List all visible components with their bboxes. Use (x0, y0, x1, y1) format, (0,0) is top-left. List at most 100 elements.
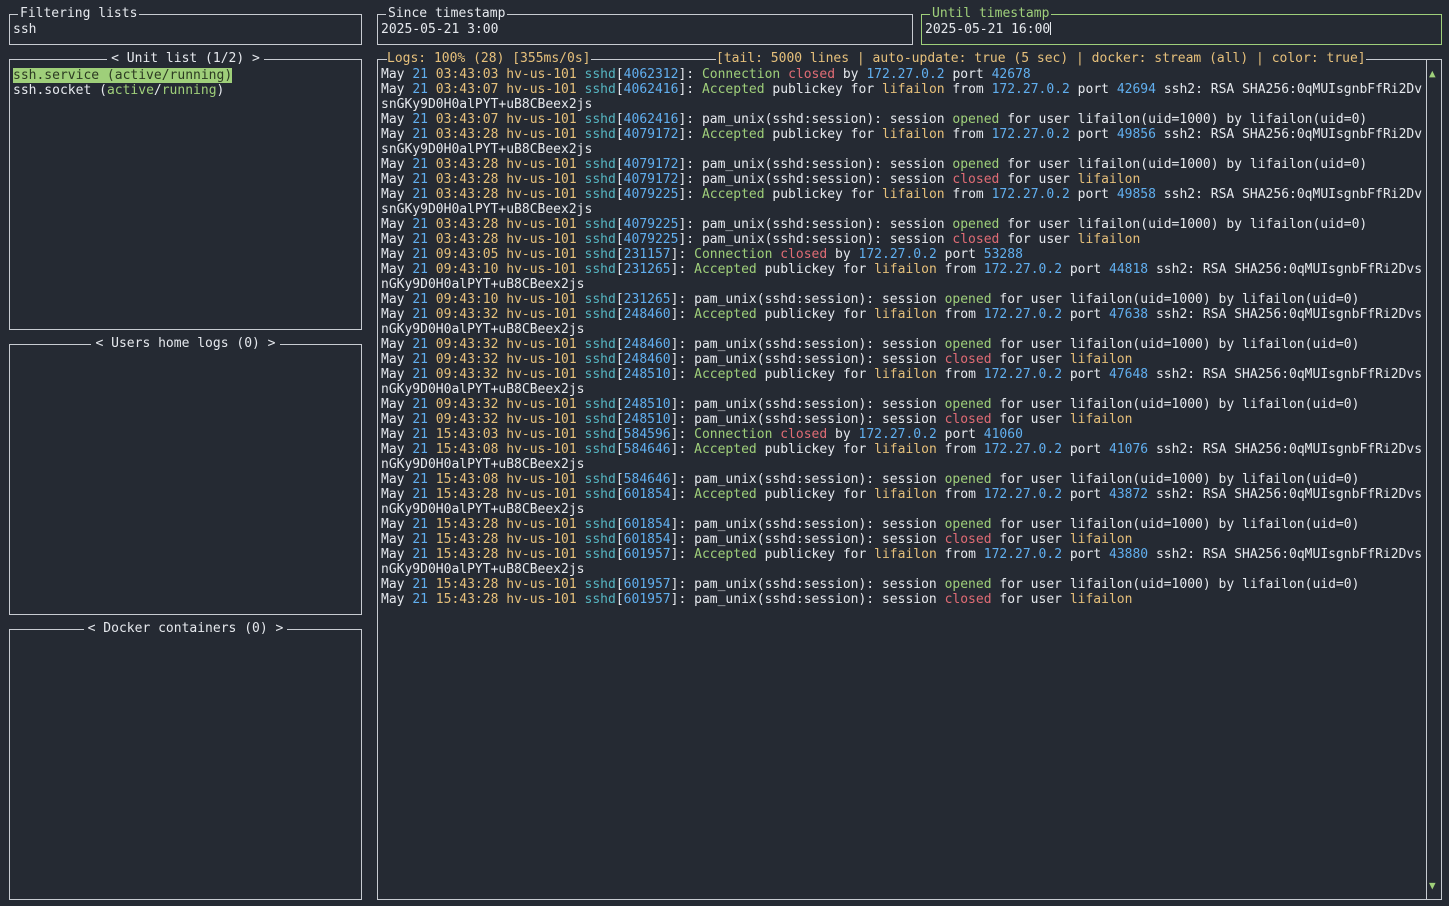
log-host: hv-us-101 (506, 337, 577, 352)
log-host: hv-us-101 (506, 532, 577, 547)
log-ip: 172.27.0.2 (866, 67, 945, 82)
log-line: May 21 15:43:28 hv-us-101 sshd[601957]: … (381, 592, 1133, 607)
logs-status: Logs: 100% (28) [355ms/0s] (387, 51, 591, 67)
log-line: May 21 09:43:05 hv-us-101 sshd[231157]: … (381, 247, 1023, 262)
log-process: sshd (584, 112, 616, 127)
log-pid: 248510 (623, 367, 671, 382)
log-line: May 21 09:43:32 hv-us-101 sshd[248510]: … (381, 397, 1360, 412)
log-ip: 172.27.0.2 (983, 487, 1063, 502)
log-host: hv-us-101 (506, 442, 577, 457)
log-line: May 21 09:43:10 hv-us-101 sshd[231265]: … (381, 292, 1360, 307)
log-line: May 21 03:43:28 hv-us-101 sshd[4079172]:… (381, 157, 1368, 172)
filter-input[interactable]: ssh (13, 22, 36, 37)
log-line: May 21 09:43:10 hv-us-101 sshd[231265]: … (381, 262, 1423, 292)
log-pid: 4079172 (623, 172, 679, 187)
log-line: May 21 03:43:28 hv-us-101 sshd[4079172]:… (381, 172, 1141, 187)
log-line: May 21 15:43:28 hv-us-101 sshd[601957]: … (381, 547, 1423, 577)
log-user: lifailon (1069, 412, 1133, 427)
log-word: closed (952, 172, 1000, 187)
log-pid: 584596 (623, 427, 671, 442)
log-day: 21 (412, 232, 428, 247)
log-pid: 4062312 (623, 67, 679, 82)
log-line: May 21 15:43:28 hv-us-101 sshd[601854]: … (381, 517, 1360, 532)
unit-item[interactable]: ssh.service (active/running) (13, 68, 233, 83)
log-word: opened (944, 337, 992, 352)
log-host: hv-us-101 (506, 577, 577, 592)
log-host: hv-us-101 (506, 517, 577, 532)
scroll-up-icon[interactable]: ▲ (1429, 68, 1436, 80)
log-day: 21 (412, 397, 428, 412)
log-process: sshd (584, 307, 616, 322)
log-scrollbar[interactable]: ▲ ▼ (1426, 60, 1440, 900)
log-day: 21 (412, 442, 428, 457)
log-host: hv-us-101 (506, 292, 577, 307)
log-word: Accepted (694, 367, 757, 382)
log-process: sshd (584, 367, 616, 382)
log-pid: 601957 (623, 592, 671, 607)
log-host: hv-us-101 (506, 367, 577, 382)
log-word: opened (944, 292, 992, 307)
docker-containers-title[interactable]: < Docker containers (0) > (83, 621, 288, 636)
log-user: lifailon (874, 307, 937, 322)
log-line: May 21 03:43:28 hv-us-101 sshd[4079172]:… (381, 127, 1423, 157)
until-input-text: 2025-05-21 16:00 (925, 22, 1051, 37)
log-user: lifailon (874, 442, 937, 457)
log-ip: 172.27.0.2 (983, 442, 1063, 457)
log-line: May 21 15:43:28 hv-us-101 sshd[601957]: … (381, 577, 1360, 592)
log-word: opened (944, 397, 992, 412)
unit-list-title[interactable]: < Unit list (1/2) > (107, 51, 264, 66)
log-process: sshd (584, 247, 616, 262)
scroll-down-icon[interactable]: ▼ (1429, 880, 1436, 892)
log-pid: 4079172 (623, 127, 679, 142)
until-panel: Until timestamp 2025-05-21 16:00 (921, 6, 1442, 45)
log-process: sshd (584, 547, 616, 562)
log-day: 21 (412, 427, 428, 442)
log-time: 15:43:28 (435, 487, 499, 502)
text-cursor (1050, 22, 1052, 35)
log-time: 03:43:28 (435, 127, 499, 142)
unit-state: active (114, 68, 162, 83)
log-word: Accepted (694, 262, 757, 277)
log-day: 21 (412, 487, 428, 502)
log-day: 21 (412, 592, 428, 607)
log-time: 03:43:28 (435, 187, 499, 202)
until-input[interactable]: 2025-05-21 16:00 (925, 22, 1052, 37)
log-view[interactable]: May 21 03:43:03 hv-us-101 sshd[4062312]:… (381, 67, 1424, 895)
log-process: sshd (584, 262, 616, 277)
unit-name: ssh.socket (13, 83, 92, 98)
log-process: sshd (584, 172, 616, 187)
log-process: sshd (584, 232, 616, 247)
log-day: 21 (412, 292, 428, 307)
log-word: closed (944, 412, 992, 427)
log-port: 47638 (1109, 307, 1149, 322)
log-line: May 21 15:43:08 hv-us-101 sshd[584646]: … (381, 472, 1360, 487)
log-pid: 231265 (623, 262, 671, 277)
log-time: 15:43:28 (435, 577, 499, 592)
log-word: Accepted (701, 187, 765, 202)
log-word: opened (952, 157, 1000, 172)
log-user: lifailon (881, 82, 945, 97)
log-word: closed (952, 232, 1000, 247)
log-day: 21 (412, 307, 428, 322)
log-process: sshd (584, 187, 616, 202)
unit-item[interactable]: ssh.socket (active/running) (13, 83, 224, 98)
log-day: 21 (412, 472, 428, 487)
log-port: 43872 (1109, 487, 1149, 502)
users-home-logs-title[interactable]: < Users home logs (0) > (91, 336, 280, 351)
log-host: hv-us-101 (506, 472, 577, 487)
log-word: closed (944, 352, 992, 367)
log-host: hv-us-101 (506, 487, 577, 502)
log-time: 03:43:28 (435, 217, 499, 232)
log-word: closed (780, 427, 828, 442)
log-word: opened (944, 577, 992, 592)
docker-containers-title-wrap: < Docker containers (0) > (10, 621, 361, 637)
log-port: 43880 (1109, 547, 1149, 562)
log-pid: 248460 (623, 307, 671, 322)
log-process: sshd (584, 292, 616, 307)
log-port: 47648 (1109, 367, 1149, 382)
log-pid: 601957 (623, 577, 671, 592)
log-word: Accepted (694, 487, 757, 502)
log-day: 21 (412, 217, 428, 232)
since-input[interactable]: 2025-05-21 3:00 (381, 22, 498, 37)
log-pid: 248460 (623, 352, 671, 367)
